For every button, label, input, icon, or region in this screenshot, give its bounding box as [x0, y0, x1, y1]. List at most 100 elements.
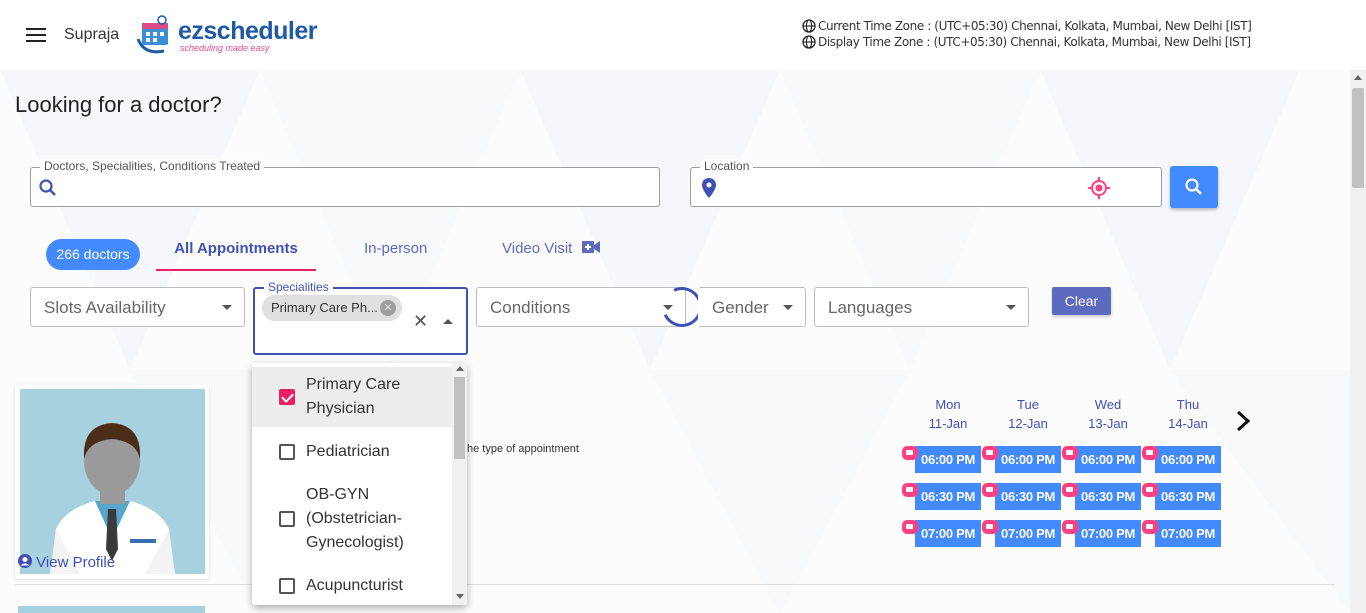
checkbox-checked[interactable]: [279, 389, 295, 405]
chevron-down-icon: [222, 305, 232, 310]
day-date: 13-Jan: [1088, 416, 1128, 431]
day-header-wed: Wed 13-Jan: [1073, 395, 1143, 433]
tab-video-visit[interactable]: Video Visit: [502, 240, 600, 257]
location-label: Location: [700, 159, 754, 173]
doctor-search-input[interactable]: Doctors, Specialities, Conditions Treate…: [30, 159, 660, 207]
current-timezone-text: Current Time Zone : (UTC+05:30) Chennai,…: [818, 19, 1252, 33]
page-scrollbar[interactable]: [1350, 70, 1366, 613]
clear-selection-icon[interactable]: ✕: [413, 311, 428, 332]
dropdown-option-pediatrician[interactable]: Pediatrician: [252, 435, 452, 471]
tab-in-person[interactable]: In-person: [364, 240, 427, 257]
chip-remove-icon[interactable]: ✕: [380, 300, 396, 316]
display-timezone: Display Time Zone : (UTC+05:30) Chennai,…: [802, 35, 1251, 49]
active-tab-indicator: [156, 269, 316, 271]
option-label: OB-GYN (Obstetrician-Gynecologist): [306, 486, 404, 551]
video-visit-icon: [902, 483, 918, 497]
search-icon: [1185, 178, 1202, 195]
video-visit-icon: [902, 520, 918, 534]
day-header-mon: Mon 11-Jan: [913, 395, 983, 433]
time-slot[interactable]: 06:00 PM: [1155, 446, 1221, 473]
gender-select[interactable]: Gender: [698, 287, 806, 327]
username: Supraja: [64, 26, 120, 43]
card-divider: [15, 584, 1335, 585]
video-visit-icon: [1142, 483, 1158, 497]
time-slot[interactable]: 07:00 PM: [995, 520, 1061, 547]
specialities-label: Specialities: [264, 280, 333, 294]
time-slot[interactable]: 06:00 PM: [995, 446, 1061, 473]
dropdown-option-ob-gyn[interactable]: OB-GYN (Obstetrician-Gynecologist): [252, 479, 452, 555]
option-label: Pediatrician: [306, 443, 390, 460]
scroll-up-icon[interactable]: [456, 366, 464, 371]
appointment-type-text: he type of appointment: [467, 443, 579, 455]
video-visit-icon: [982, 446, 998, 460]
time-slot[interactable]: 06:00 PM: [915, 446, 981, 473]
chevron-right-icon[interactable]: [1234, 410, 1252, 432]
display-timezone-text: Display Time Zone : (UTC+05:30) Chennai,…: [818, 35, 1251, 49]
day-name: Thu: [1176, 397, 1200, 412]
search-button[interactable]: [1170, 166, 1218, 208]
doctor-search-label: Doctors, Specialities, Conditions Treate…: [40, 159, 265, 173]
doctor-avatar: [20, 389, 205, 574]
video-visit-icon: [982, 520, 998, 534]
slots-availability-select[interactable]: Slots Availability: [30, 287, 245, 327]
logo-tagline: scheduling made easy: [180, 43, 270, 53]
languages-value: Languages: [828, 298, 913, 317]
page-scroll-thumb[interactable]: [1352, 88, 1364, 188]
specialities-select[interactable]: Specialities Primary Care Ph... ✕ ✕: [253, 280, 468, 355]
location-input[interactable]: Location: [690, 159, 1162, 207]
checkbox[interactable]: [279, 511, 295, 527]
day-name: Wed: [1094, 397, 1122, 412]
scroll-thumb[interactable]: [454, 377, 465, 459]
time-slot[interactable]: 06:30 PM: [1075, 483, 1141, 510]
doctor-avatar-illustration: [50, 423, 175, 574]
doctor-count-badge: 266 doctors: [46, 239, 140, 270]
header: Supraja ezscheduler scheduling made easy…: [0, 0, 1366, 70]
time-slot[interactable]: 07:00 PM: [1155, 520, 1221, 547]
view-profile-link[interactable]: View Profile: [18, 554, 115, 571]
time-slot[interactable]: 06:30 PM: [915, 483, 981, 510]
slots-availability-value: Slots Availability: [44, 298, 166, 317]
time-slot[interactable]: 07:00 PM: [915, 520, 981, 547]
next-doctor-photo[interactable]: [18, 606, 205, 613]
time-slot[interactable]: 07:00 PM: [1075, 520, 1141, 547]
calendar-logo-icon: [136, 15, 168, 54]
option-label: Acupuncturist: [306, 577, 403, 594]
video-visit-icon: [1142, 520, 1158, 534]
view-profile-label: View Profile: [36, 554, 116, 571]
menu-icon[interactable]: [26, 28, 46, 42]
scroll-down-icon[interactable]: [456, 594, 464, 599]
globe-icon: [802, 19, 816, 33]
day-date: 11-Jan: [928, 416, 968, 431]
day-date: 14-Jan: [1168, 416, 1208, 431]
logo-text: ezscheduler: [178, 17, 318, 45]
conditions-value: Conditions: [490, 298, 571, 317]
checkbox[interactable]: [279, 578, 295, 594]
day-header-tue: Tue 12-Jan: [993, 395, 1063, 433]
chevron-up-icon[interactable]: [443, 319, 453, 324]
checkbox[interactable]: [279, 444, 295, 460]
video-add-icon: [581, 241, 600, 253]
dropdown-scrollbar[interactable]: [452, 363, 467, 605]
video-visit-icon: [1062, 520, 1078, 534]
logo[interactable]: ezscheduler scheduling made easy: [134, 15, 318, 55]
specialities-chip-label: Primary Care Ph...: [271, 300, 378, 315]
languages-select[interactable]: Languages: [814, 287, 1029, 327]
scroll-up-icon[interactable]: [1354, 75, 1362, 80]
tab-all-appointments[interactable]: All Appointments: [156, 240, 316, 257]
current-timezone: Current Time Zone : (UTC+05:30) Chennai,…: [802, 19, 1252, 33]
page-title: Looking for a doctor?: [15, 92, 222, 117]
user-circle-icon: [18, 554, 32, 568]
time-slot[interactable]: 06:30 PM: [995, 483, 1061, 510]
my-location-icon[interactable]: [1088, 177, 1110, 199]
doctor-photo-card[interactable]: [15, 385, 209, 579]
time-slot[interactable]: 06:30 PM: [1155, 483, 1221, 510]
video-visit-icon: [902, 446, 918, 460]
conditions-select[interactable]: Conditions: [476, 287, 686, 327]
time-slot[interactable]: 06:00 PM: [1075, 446, 1141, 473]
video-visit-icon: [982, 483, 998, 497]
clear-button[interactable]: Clear: [1052, 287, 1111, 315]
dropdown-option-primary-care[interactable]: Primary Care Physician: [252, 367, 452, 427]
day-name: Mon: [935, 397, 961, 412]
option-label: Primary Care Physician: [306, 376, 401, 417]
dropdown-option-acupuncturist[interactable]: Acupuncturist: [252, 569, 452, 605]
